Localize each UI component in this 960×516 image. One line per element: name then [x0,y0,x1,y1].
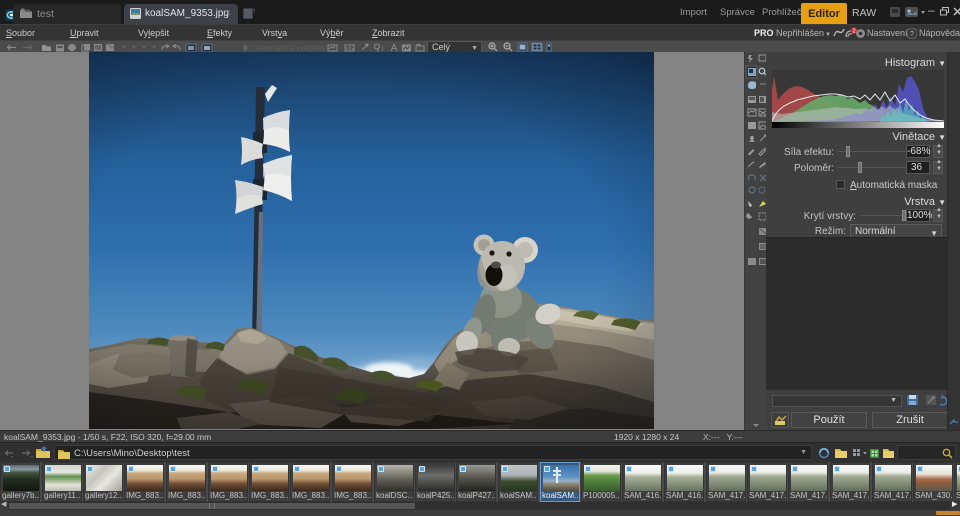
svg-text:?: ? [910,31,914,38]
